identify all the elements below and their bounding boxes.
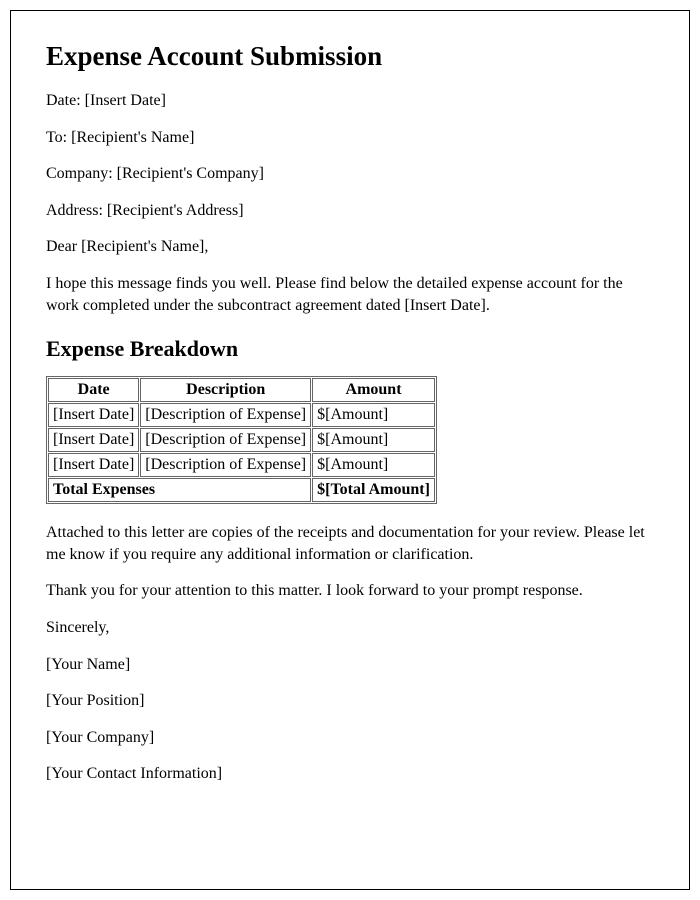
to-label: To: [46,129,71,146]
cell-amount: $[Amount] [312,453,435,477]
cell-amount: $[Amount] [312,428,435,452]
breakdown-heading: Expense Breakdown [46,336,654,362]
cell-description: [Description of Expense] [140,428,311,452]
salutation: Dear [Recipient's Name], [46,236,654,258]
cell-date: [Insert Date] [48,428,139,452]
address-value: [Recipient's Address] [107,202,244,219]
sender-company: [Your Company] [46,727,654,749]
table-row: [Insert Date] [Description of Expense] $… [48,403,435,427]
table-total-row: Total Expenses $[Total Amount] [48,478,435,502]
company-line: Company: [Recipient's Company] [46,163,654,185]
intro-paragraph: I hope this message finds you well. Plea… [46,273,654,316]
address-line: Address: [Recipient's Address] [46,200,654,222]
address-label: Address: [46,202,107,219]
cell-date: [Insert Date] [48,403,139,427]
date-label: Date: [46,92,85,109]
sender-contact: [Your Contact Information] [46,763,654,785]
header-date: Date [48,378,139,402]
cell-description: [Description of Expense] [140,403,311,427]
table-row: [Insert Date] [Description of Expense] $… [48,428,435,452]
cell-date: [Insert Date] [48,453,139,477]
cell-amount: $[Amount] [312,403,435,427]
to-line: To: [Recipient's Name] [46,127,654,149]
total-value: $[Total Amount] [312,478,435,502]
table-row: [Insert Date] [Description of Expense] $… [48,453,435,477]
to-value: [Recipient's Name] [71,129,194,146]
sender-name: [Your Name] [46,654,654,676]
company-label: Company: [46,165,117,182]
header-description: Description [140,378,311,402]
header-amount: Amount [312,378,435,402]
sender-position: [Your Position] [46,690,654,712]
page-title: Expense Account Submission [46,41,654,72]
thanks-paragraph: Thank you for your attention to this mat… [46,580,654,602]
date-value: [Insert Date] [85,92,166,109]
expense-table: Date Description Amount [Insert Date] [D… [46,376,437,504]
closing: Sincerely, [46,617,654,639]
attachment-note: Attached to this letter are copies of th… [46,522,654,565]
cell-description: [Description of Expense] [140,453,311,477]
date-line: Date: [Insert Date] [46,90,654,112]
total-label: Total Expenses [48,478,311,502]
company-value: [Recipient's Company] [117,165,264,182]
document-page: Expense Account Submission Date: [Insert… [10,10,690,890]
table-header-row: Date Description Amount [48,378,435,402]
